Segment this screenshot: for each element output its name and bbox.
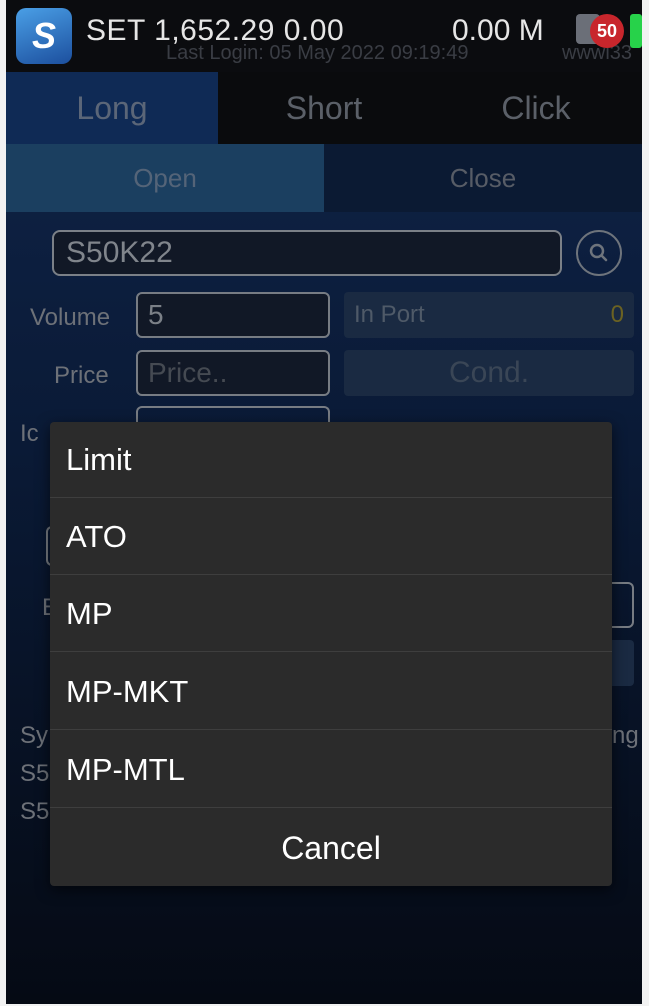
order-type-dialog: Limit ATO MP MP-MKT MP-MTL Cancel xyxy=(50,422,612,886)
option-limit[interactable]: Limit xyxy=(50,422,612,498)
option-mp-mkt[interactable]: MP-MKT xyxy=(50,654,612,730)
option-mp[interactable]: MP xyxy=(50,576,612,652)
cancel-button[interactable]: Cancel xyxy=(50,810,612,886)
option-ato[interactable]: ATO xyxy=(50,499,612,575)
option-mp-mtl[interactable]: MP-MTL xyxy=(50,732,612,808)
app-screen: S Last Login: 05 May 2022 09:19:49 SET 1… xyxy=(6,0,642,1004)
